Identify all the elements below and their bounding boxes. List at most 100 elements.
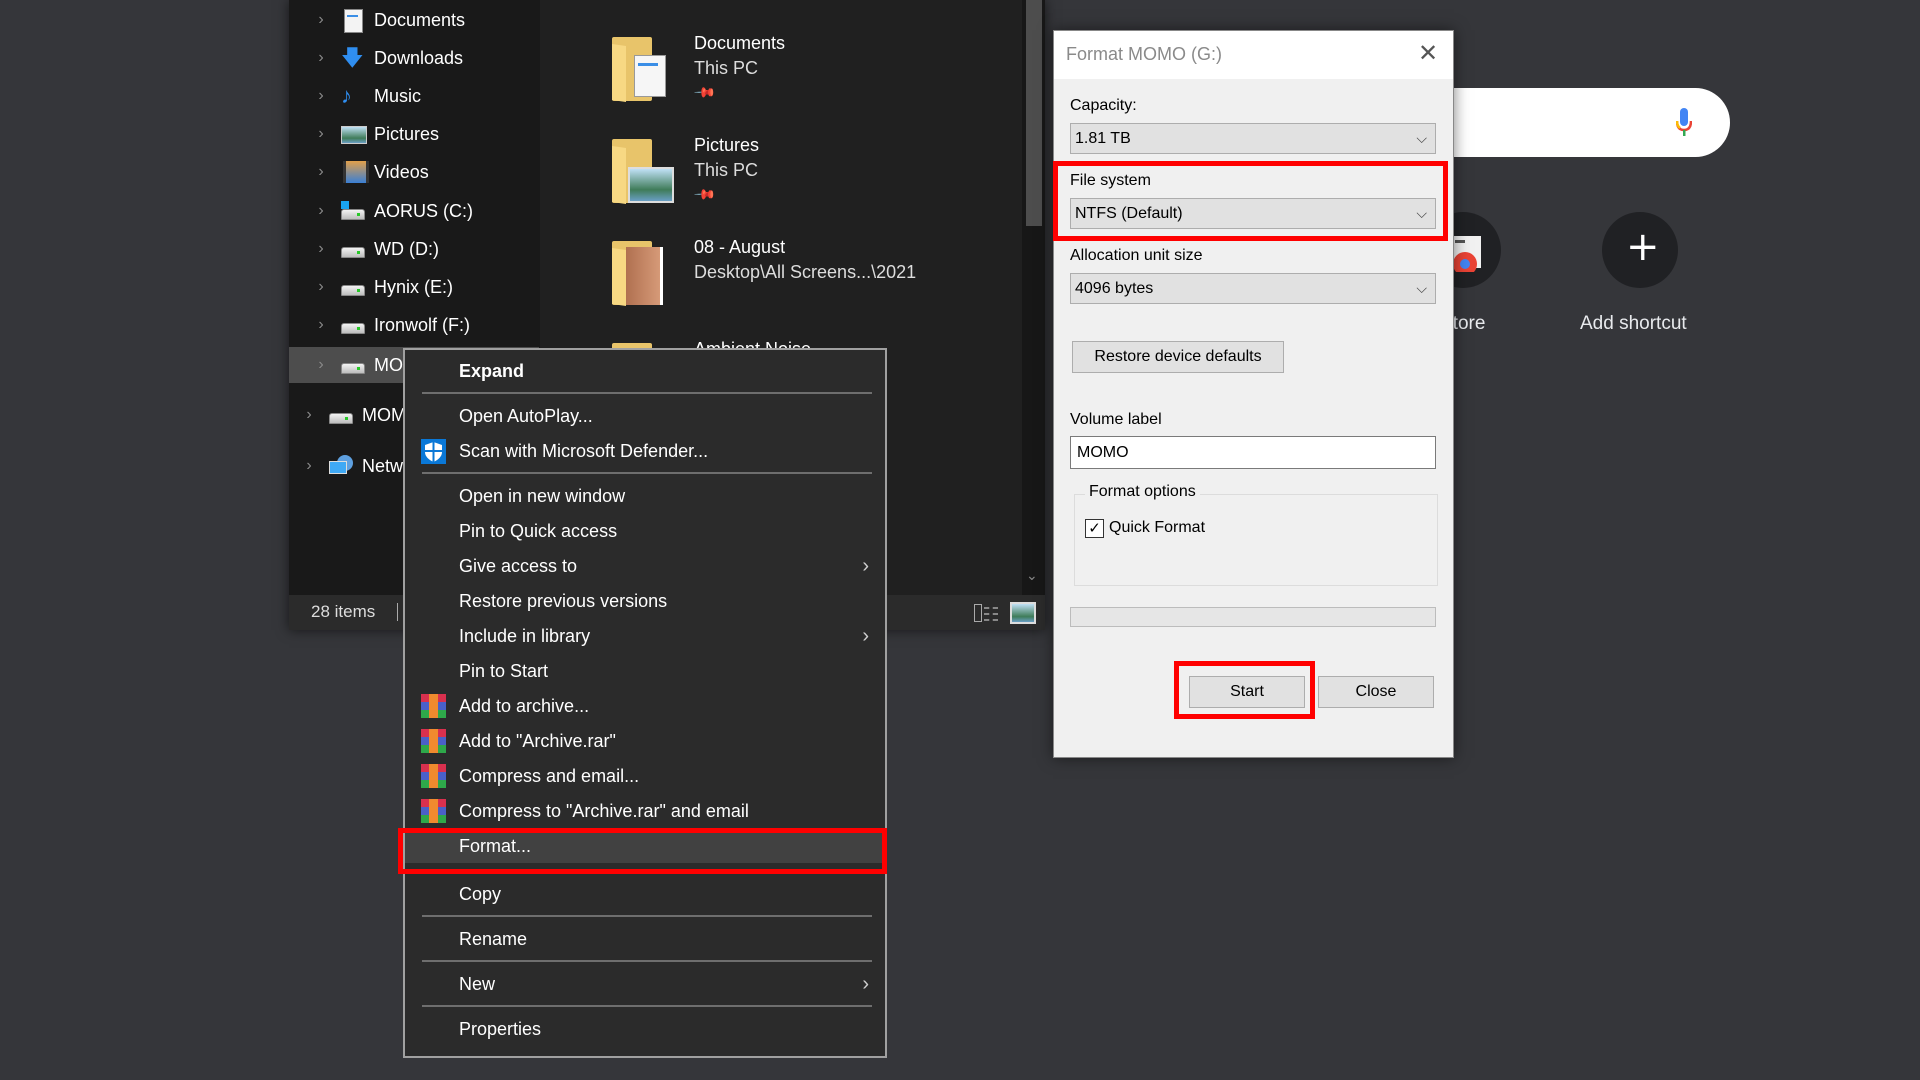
volume-label-input[interactable]: MOMO (1070, 436, 1436, 469)
menu-item-pin-to-start[interactable]: Pin to Start (405, 654, 885, 688)
nav-item-downloads[interactable]: › 🡇 Downloads (289, 40, 539, 76)
quick-access-item-pictures[interactable]: Pictures This PC 📌 (600, 135, 1020, 225)
videos-icon (341, 161, 369, 183)
nav-item-music[interactable]: › ♪ Music (289, 78, 539, 114)
menu-item-label: Restore previous versions (459, 590, 668, 611)
close-icon[interactable]: ✕ (1413, 39, 1443, 69)
menu-separator (422, 392, 872, 394)
quick-access-item-documents[interactable]: Documents This PC 📌 (600, 33, 1020, 123)
menu-item-copy[interactable]: Copy (405, 877, 885, 911)
menu-item-label: Open AutoPlay... (459, 405, 593, 426)
quick-format-checkbox[interactable]: ✓ (1085, 519, 1104, 538)
drive-icon (329, 404, 353, 426)
close-button[interactable]: Close (1318, 676, 1434, 708)
allocation-unit-select[interactable]: 4096 bytes ⌵ (1070, 273, 1436, 304)
documents-icon (341, 9, 365, 33)
chevron-down-icon: ⌵ (1416, 280, 1427, 296)
nav-item-label: WD (D:) (374, 238, 439, 259)
capacity-select[interactable]: 1.81 TB ⌵ (1070, 123, 1436, 154)
chevron-right-icon: › (862, 624, 869, 647)
file-system-select[interactable]: NTFS (Default) ⌵ (1070, 198, 1436, 229)
menu-item-scan-with-microsoft-defender[interactable]: Scan with Microsoft Defender... (405, 434, 885, 468)
nav-item-label: Netw (362, 455, 404, 476)
vertical-scrollbar[interactable]: ⌄ (1022, 0, 1045, 595)
nav-item-videos[interactable]: › Videos (289, 154, 539, 190)
menu-item-format[interactable]: Format... (405, 829, 885, 863)
menu-item-expand[interactable]: Expand (405, 354, 885, 388)
menu-item-rename[interactable]: Rename (405, 922, 885, 956)
nav-item-documents[interactable]: › Documents (289, 2, 539, 38)
context-menu: Expand Open AutoPlay... Scan with Microsof… (403, 348, 887, 1058)
quick-access-item-hidden[interactable] (600, 0, 1020, 20)
menu-item-properties[interactable]: Properties (405, 1012, 885, 1046)
chevron-right-icon[interactable]: › (315, 49, 327, 67)
chevron-right-icon[interactable]: › (303, 406, 315, 424)
quick-access-item-08-august[interactable]: 08 - August Desktop\All Screens...\2021 (600, 237, 1020, 327)
menu-item-label: Compress and email... (459, 765, 640, 786)
menu-item-restore-previous-versions[interactable]: Restore previous versions (405, 584, 885, 618)
menu-item-label: Pin to Start (459, 660, 549, 681)
menu-item-label: Copy (459, 883, 502, 904)
chevron-right-icon[interactable]: › (315, 163, 327, 181)
pictures-icon (341, 123, 367, 145)
nav-item-label: MO (374, 354, 403, 375)
folder-thumbnail-icon (612, 241, 663, 306)
details-view-icon[interactable] (974, 604, 998, 622)
chevron-right-icon[interactable]: › (315, 87, 327, 105)
drive-icon (341, 354, 365, 376)
format-options-label: Format options (1085, 483, 1200, 501)
restore-device-defaults-button[interactable]: Restore device defaults (1072, 341, 1284, 373)
menu-item-add-to-archive-rar[interactable]: Add to "Archive.rar" (405, 724, 885, 758)
menu-item-compress-to-archive-rar-and-email[interactable]: Compress to "Archive.rar" and email (405, 794, 885, 828)
chevron-right-icon[interactable]: › (315, 11, 327, 29)
volume-label-label: Volume label (1070, 411, 1162, 428)
microphone-icon[interactable] (1676, 108, 1692, 138)
chevron-right-icon[interactable]: › (315, 356, 327, 374)
menu-item-give-access-to[interactable]: Give access to › (405, 549, 885, 583)
menu-item-pin-to-quick-access[interactable]: Pin to Quick access (405, 514, 885, 548)
allocation-unit-value: 4096 bytes (1075, 280, 1154, 297)
file-system-label: File system (1070, 172, 1151, 189)
menu-item-label: New (459, 973, 496, 994)
nav-item-ironwolf-f[interactable]: › Ironwolf (F:) (289, 307, 539, 343)
scroll-down-arrow-icon[interactable]: ⌄ (1026, 568, 1038, 584)
nav-item-aorus-c[interactable]: › AORUS (C:) (289, 193, 539, 229)
nav-item-label: Music (374, 85, 422, 106)
chevron-right-icon[interactable]: › (315, 240, 327, 258)
nav-item-pictures[interactable]: › Pictures (289, 116, 539, 152)
quick-format-label[interactable]: Quick Format (1109, 519, 1205, 537)
chevron-right-icon[interactable]: › (315, 125, 327, 143)
chevron-right-icon[interactable]: › (303, 457, 315, 475)
capacity-label: Capacity: (1070, 97, 1137, 114)
item-location: This PC (694, 160, 759, 180)
menu-item-open-in-new-window[interactable]: Open in new window (405, 479, 885, 513)
nav-item-wd-d[interactable]: › WD (D:) (289, 231, 539, 267)
large-icons-view-icon[interactable] (1010, 602, 1036, 624)
menu-item-compress-and-email[interactable]: Compress and email... (405, 759, 885, 793)
chevron-right-icon[interactable]: › (315, 278, 327, 296)
start-button[interactable]: Start (1189, 676, 1305, 708)
menu-item-label: Include in library (459, 625, 591, 646)
chevron-right-icon[interactable]: › (315, 202, 327, 220)
defender-shield-icon (421, 438, 446, 464)
chevron-right-icon[interactable]: › (315, 316, 327, 334)
menu-item-label: Rename (459, 928, 528, 949)
drive-icon (341, 238, 365, 260)
nav-item-label: AORUS (C:) (374, 200, 473, 221)
menu-item-add-to-archive[interactable]: Add to archive... (405, 689, 885, 723)
menu-item-label: Compress to "Archive.rar" and email (459, 800, 749, 821)
winrar-icon (421, 798, 446, 824)
menu-item-open-autoplay[interactable]: Open AutoPlay... (405, 399, 885, 433)
nav-item-hynix-e[interactable]: › Hynix (E:) (289, 269, 539, 305)
menu-item-label: Properties (459, 1018, 542, 1039)
menu-item-label: Give access to (459, 555, 578, 576)
scrollbar-thumb[interactable] (1026, 0, 1042, 226)
dialog-titlebar[interactable]: Format MOMO (G:) ✕ (1054, 31, 1453, 79)
menu-item-include-in-library[interactable]: Include in library › (405, 619, 885, 653)
network-icon (329, 455, 353, 477)
nav-item-label: Videos (374, 161, 429, 182)
drive-icon (341, 276, 365, 298)
menu-item-new[interactable]: New › (405, 967, 885, 1001)
documents-folder-icon (612, 37, 666, 102)
add-shortcut-button[interactable]: + (1602, 212, 1678, 288)
